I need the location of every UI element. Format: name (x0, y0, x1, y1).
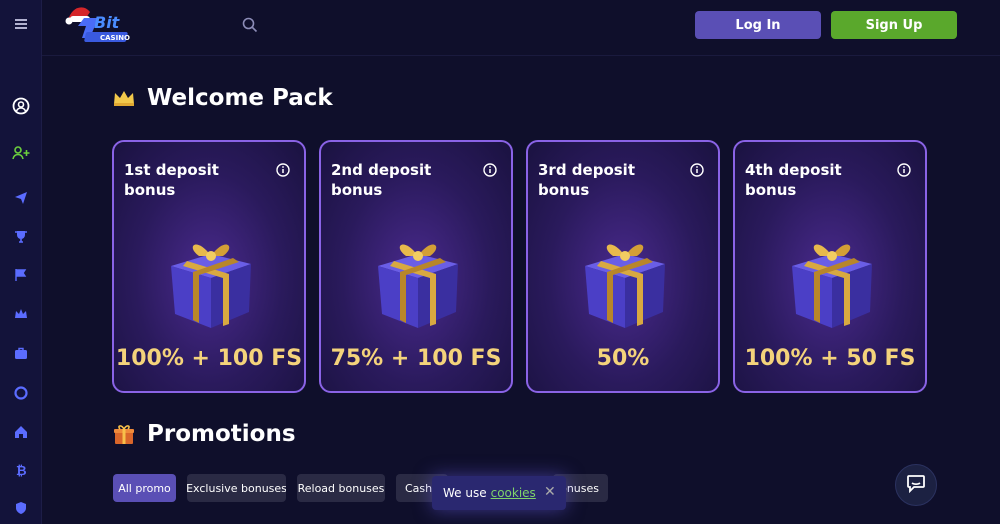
add-user-icon[interactable] (0, 142, 42, 164)
chip-exclusive-bonuses[interactable]: Exclusive bonuses (187, 474, 286, 502)
logo[interactable]: Bit CASINO (64, 4, 138, 48)
info-icon[interactable] (276, 162, 290, 177)
deposit-bonus-card-2[interactable]: 2nd deposit bonus 75% + 100 FS (319, 140, 513, 393)
card-title: 3rd deposit bonus (538, 161, 635, 199)
deposit-bonus-card-1[interactable]: 1st deposit bonus 100% + 100 FS (112, 140, 306, 393)
home-icon[interactable] (0, 421, 42, 443)
promotions-heading: Promotions (113, 421, 296, 447)
chat-button[interactable] (895, 464, 937, 506)
deposit-bonus-card-4[interactable]: 4th deposit bonus 100% + 50 FS (733, 140, 927, 393)
chip-all-promo[interactable]: All promo (113, 474, 176, 502)
welcome-pack-heading: Welcome Pack (113, 85, 333, 111)
promotions-title: Promotions (147, 421, 296, 447)
bonus-value: 100% + 50 FS (744, 346, 916, 371)
chip-reload-bonuses[interactable]: Reload bonuses (297, 474, 385, 502)
gift-icon (571, 224, 679, 332)
crown-icon (113, 87, 135, 109)
close-icon[interactable]: ✕ (544, 485, 556, 499)
bonus-value: 50% (596, 346, 650, 371)
cookie-text: We use (443, 486, 487, 500)
search-icon[interactable] (241, 16, 259, 34)
gift-icon (778, 224, 886, 332)
menu-icon[interactable] (0, 13, 42, 35)
deposit-bonus-card-3[interactable]: 3rd deposit bonus 50% (526, 140, 720, 393)
info-icon[interactable] (483, 162, 497, 177)
bitcoin-icon[interactable]: ₿ (0, 459, 42, 481)
cookie-banner: We use cookies ✕ (432, 476, 566, 510)
welcome-pack-title: Welcome Pack (147, 85, 333, 111)
briefcase-icon[interactable] (0, 342, 42, 364)
shield-icon[interactable] (0, 497, 42, 519)
info-icon[interactable] (897, 162, 911, 177)
bonus-value: 100% + 100 FS (115, 346, 303, 371)
gift-icon (113, 423, 135, 445)
gift-icon (364, 224, 472, 332)
login-button[interactable]: Log In (695, 11, 821, 39)
card-title: 2nd deposit bonus (331, 161, 432, 199)
info-icon[interactable] (690, 162, 704, 177)
card-title: 4th deposit bonus (745, 161, 842, 199)
flag-icon[interactable] (0, 264, 42, 286)
gift-icon (157, 224, 265, 332)
chat-icon (906, 473, 926, 497)
sidebar: ₿ (0, 0, 42, 524)
paper-plane-icon[interactable] (0, 187, 42, 209)
bonus-value: 75% + 100 FS (330, 346, 502, 371)
svg-text:Bit: Bit (94, 13, 121, 32)
lifebuoy-icon[interactable] (0, 382, 42, 404)
svg-text:₿: ₿ (16, 464, 27, 477)
svg-text:CASINO: CASINO (100, 34, 130, 42)
card-title: 1st deposit bonus (124, 161, 219, 199)
cookies-link[interactable]: cookies (491, 486, 536, 500)
signup-button[interactable]: Sign Up (831, 11, 957, 39)
trophy-icon[interactable] (0, 226, 42, 248)
user-circle-icon[interactable] (0, 95, 42, 117)
crown-icon[interactable] (0, 303, 42, 325)
